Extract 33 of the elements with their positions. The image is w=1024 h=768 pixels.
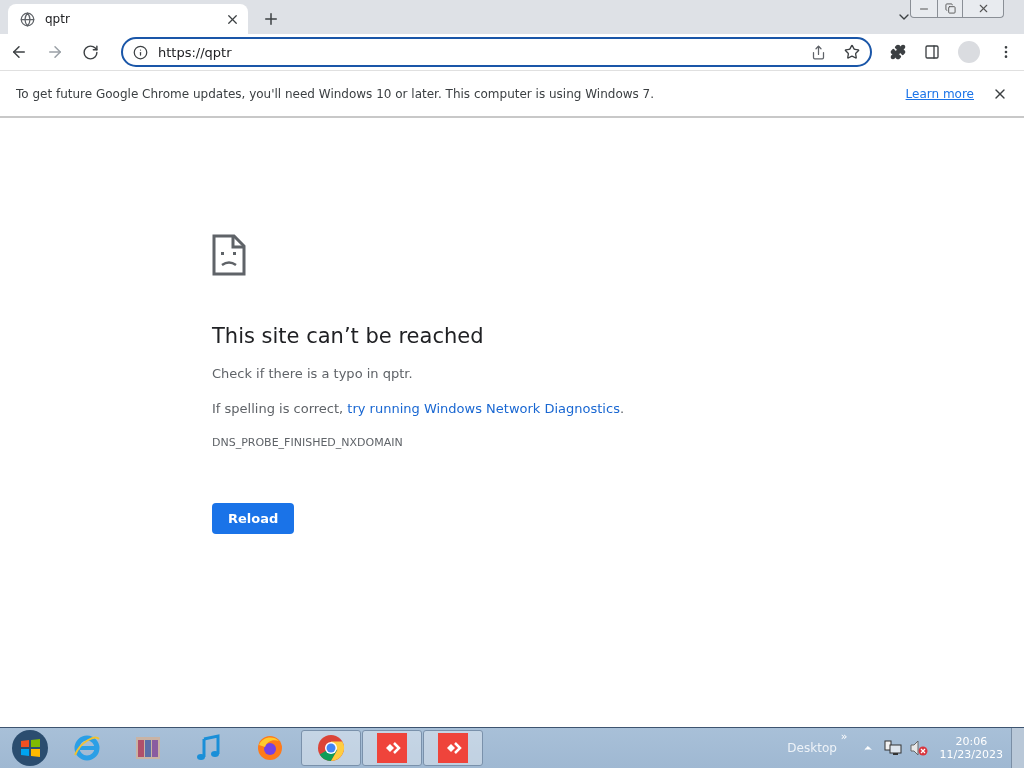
browser-tab[interactable]: qptr xyxy=(8,4,248,34)
reload-button[interactable]: Reload xyxy=(212,503,295,534)
restore-icon[interactable] xyxy=(944,3,956,14)
learn-more-link[interactable]: Learn more xyxy=(905,86,974,101)
new-tab-icon[interactable] xyxy=(262,10,280,28)
error-title: This site can’t be reached xyxy=(212,324,484,348)
sad-page-icon xyxy=(212,234,246,276)
error-code: DNS_PROBE_FINISHED_NXDOMAIN xyxy=(212,436,403,449)
star-icon[interactable] xyxy=(844,44,860,60)
address-bar[interactable]: https://qptr xyxy=(121,37,872,67)
browser-e-icon xyxy=(72,733,102,763)
reload-icon[interactable] xyxy=(82,43,99,61)
network-icon[interactable] xyxy=(883,740,902,756)
chrome-circle-icon xyxy=(316,733,346,763)
info-icon[interactable] xyxy=(133,44,148,60)
taskbar-button[interactable] xyxy=(362,730,422,766)
muted-speaker-icon[interactable] xyxy=(909,740,928,756)
address-field[interactable]: https://qptr xyxy=(156,43,803,61)
back-icon[interactable] xyxy=(10,43,28,61)
forward-icon[interactable] xyxy=(46,43,64,61)
taskbar-button[interactable] xyxy=(423,730,483,766)
info-message: To get future Google Chrome updates, you'll need Windows 10 or later. This computer is using Windows 7. xyxy=(16,86,656,101)
windows-orb-icon xyxy=(11,729,49,767)
share-icon[interactable] xyxy=(811,44,826,60)
fox-globe-icon xyxy=(255,733,285,763)
globe-icon xyxy=(20,11,35,27)
tab-title: qptr xyxy=(45,12,71,26)
puzzle-icon[interactable] xyxy=(890,44,906,60)
diagnostics-link[interactable]: try running Windows Network Diagnostics xyxy=(347,401,620,416)
error-hint: Check if there is a typo in qptr. xyxy=(212,366,413,381)
taskbar-button[interactable] xyxy=(301,730,361,766)
side-panel-icon[interactable] xyxy=(924,44,940,60)
error-suggestion: If spelling is correct, try running Windows Network Diagnostics. xyxy=(212,401,625,416)
